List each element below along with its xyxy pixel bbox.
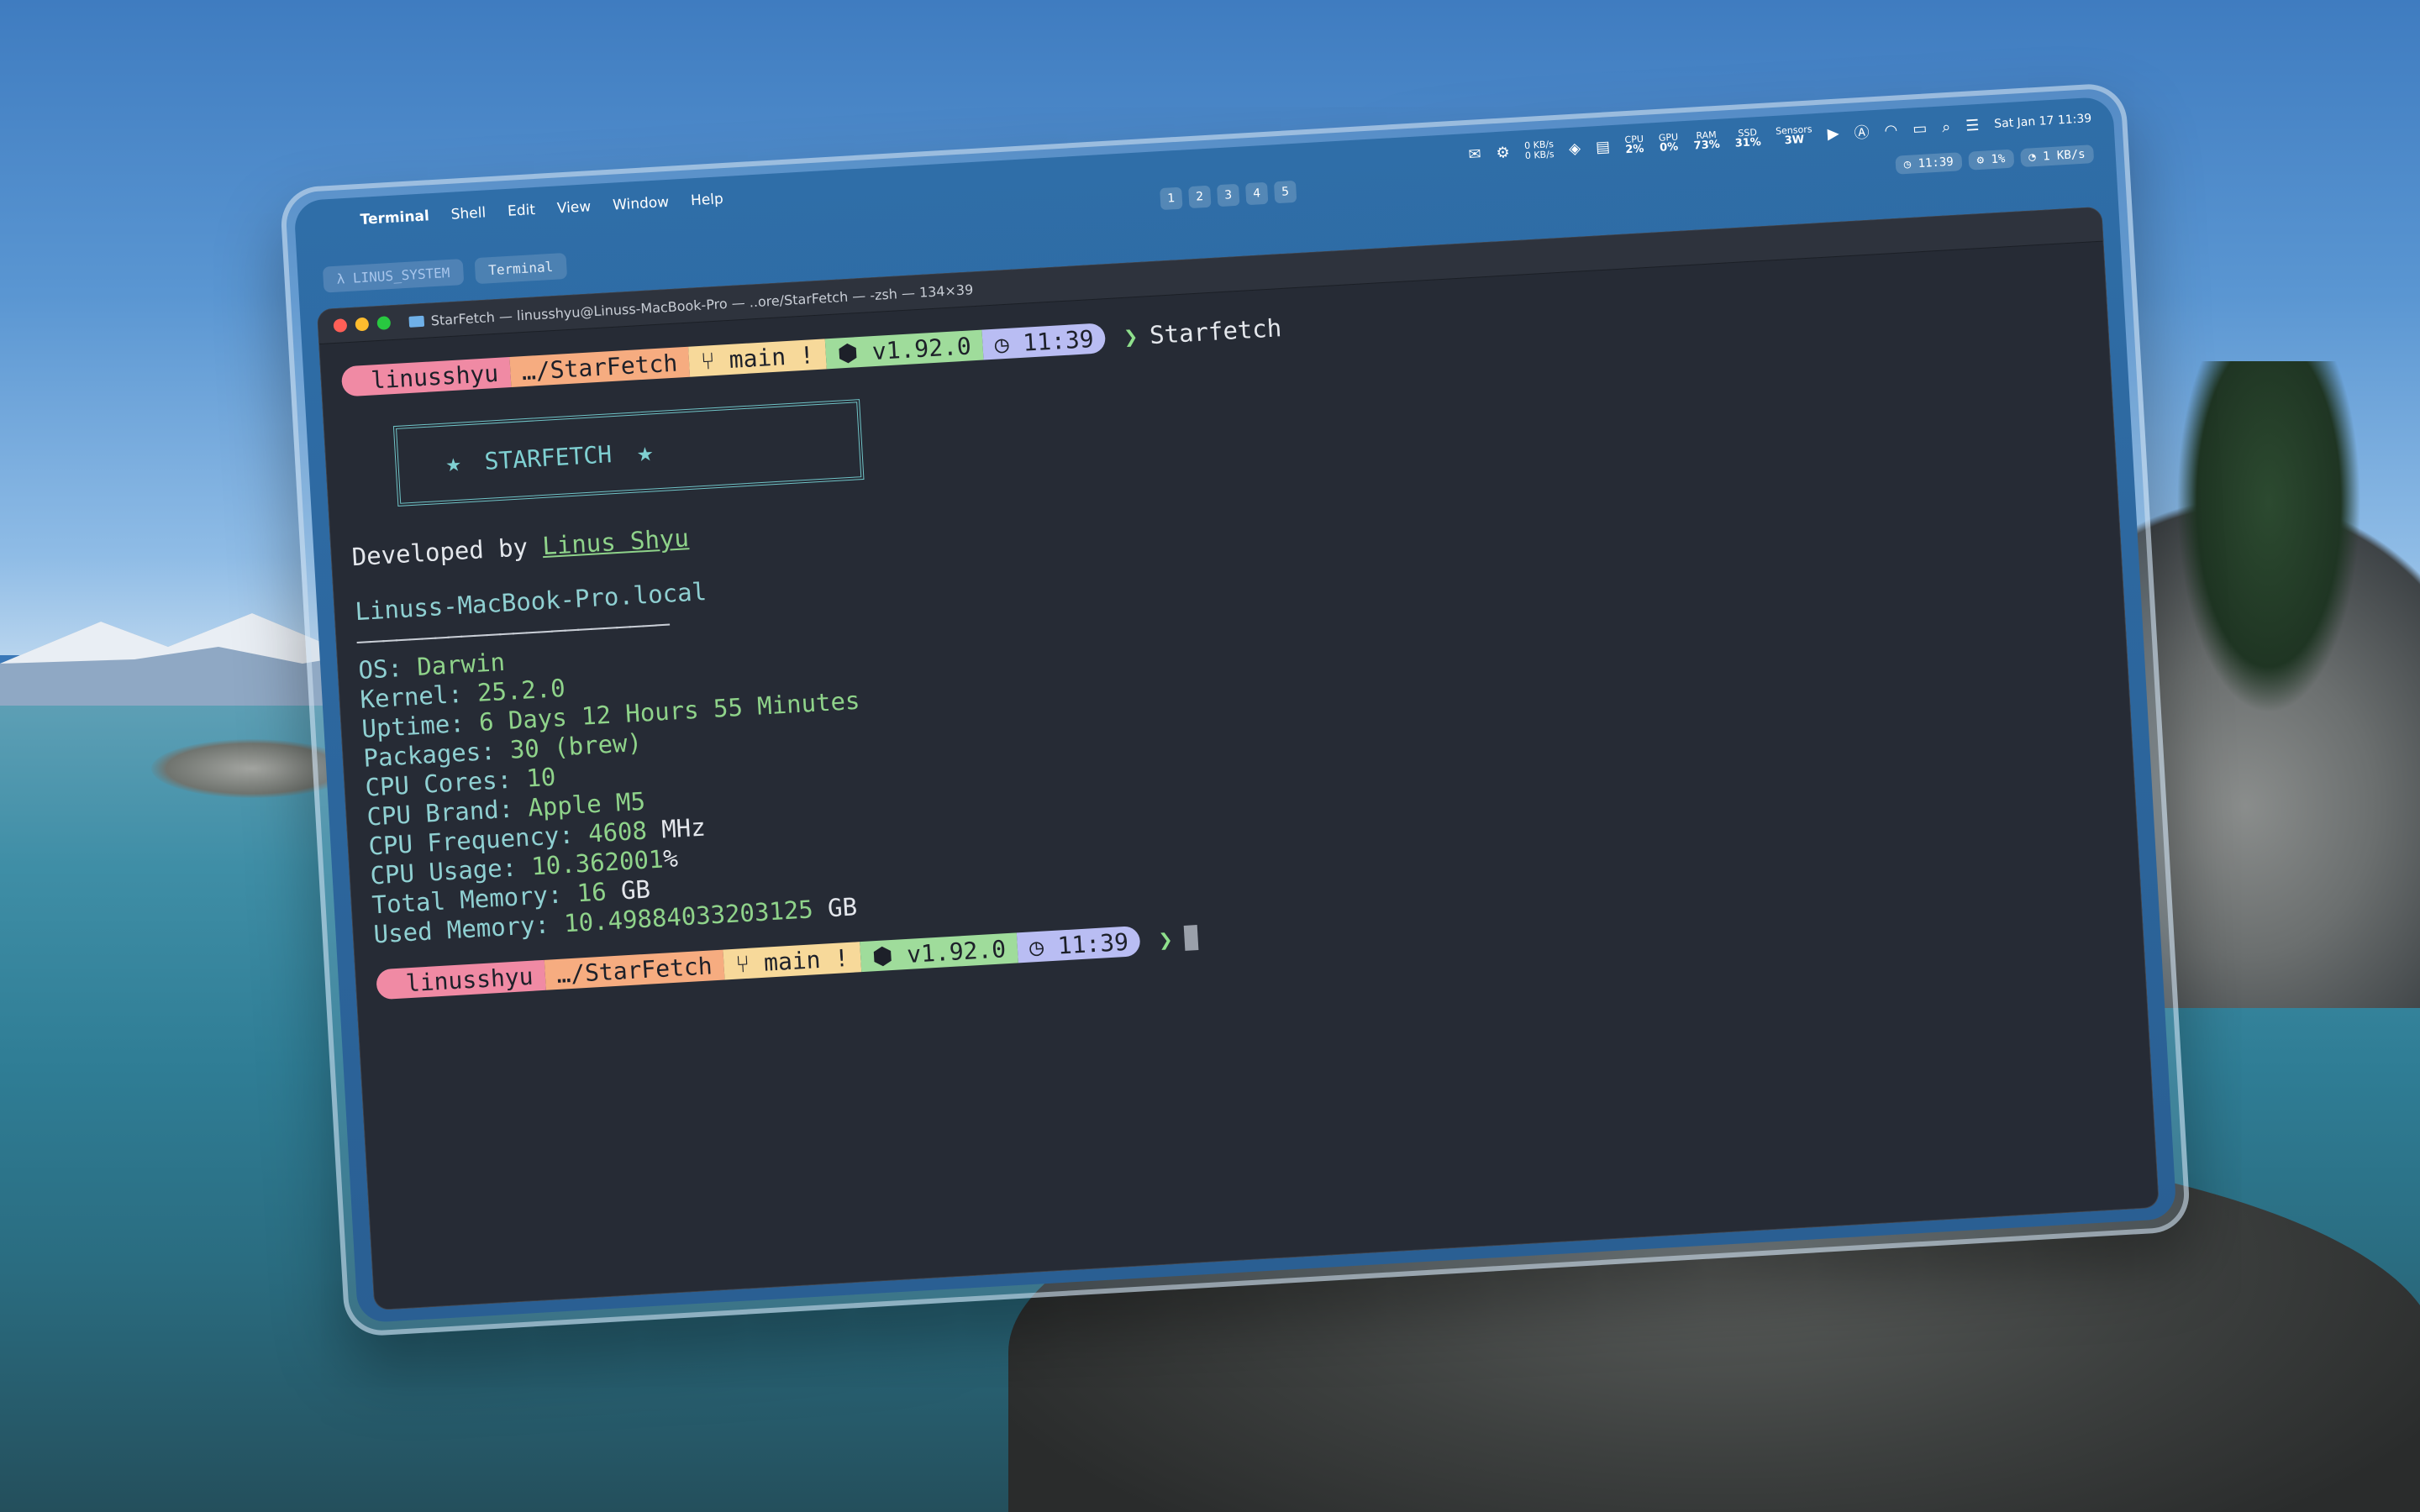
prompt-git: main ! <box>728 340 815 374</box>
apple-menu-icon[interactable] <box>320 221 339 222</box>
ssd-value: 31% <box>1734 135 1762 150</box>
tab-linus-system[interactable]: λ LINUS_SYSTEM <box>322 259 465 293</box>
close-button[interactable] <box>333 318 348 333</box>
cpu-value: 2% <box>1624 142 1644 157</box>
node-icon: ⬢ <box>836 338 859 368</box>
prompt-time: 11:39 <box>1056 927 1129 960</box>
prompt-version: v1.92.0 <box>906 934 1007 969</box>
wechat-icon[interactable]: ✉ <box>1468 145 1481 164</box>
info-value: 10 <box>525 762 557 793</box>
menu-shell[interactable]: Shell <box>450 204 487 223</box>
info-label: Kernel: <box>359 679 464 714</box>
battery-icon[interactable]: ▭ <box>1912 119 1928 138</box>
prompt-time: 11:39 <box>1022 324 1095 357</box>
info-unit: GB <box>827 892 858 923</box>
workspace-2[interactable]: 2 <box>1188 185 1212 209</box>
info-label: OS: <box>357 653 403 685</box>
ram-value: 73% <box>1693 138 1721 153</box>
menu-window[interactable]: Window <box>613 194 670 214</box>
prompt-user-segment: linusshyu <box>376 959 546 1000</box>
tab-terminal[interactable]: Terminal <box>474 252 568 285</box>
zoom-button[interactable] <box>376 316 392 331</box>
input-source-icon[interactable]: Ⓐ <box>1854 120 1870 143</box>
prompt-user: linusshyu <box>370 359 499 395</box>
ssd-stat[interactable]: SSD 31% <box>1734 127 1762 150</box>
git-branch-icon: ⑂ <box>700 346 716 375</box>
terminal-window[interactable]: StarFetch — linusshyu@Linuss-MacBook-Pro… <box>316 206 2160 1311</box>
developer-link[interactable]: Linus Shyu <box>541 523 689 560</box>
node-icon: ⬢ <box>871 941 894 970</box>
wifi-icon[interactable]: ◠ <box>1884 121 1898 139</box>
prompt-version: v1.92.0 <box>871 331 972 365</box>
cpu-pill[interactable]: ⚙ 1% <box>1968 149 2014 171</box>
ram-stat[interactable]: RAM 73% <box>1693 129 1721 153</box>
logo-name: STARFETCH <box>483 439 613 475</box>
play-icon[interactable]: ▶ <box>1827 124 1839 143</box>
info-value: 16 <box>576 877 608 908</box>
chart-icon[interactable]: ▤ <box>1595 138 1610 156</box>
entered-command: Starfetch <box>1149 312 1283 349</box>
info-label: Uptime: <box>360 708 466 743</box>
star-icon: ★ <box>445 448 462 479</box>
device-screen: Terminal Shell Edit View Window Help 1 2… <box>279 81 2191 1338</box>
gpu-value: 0% <box>1659 140 1679 155</box>
clock-icon: ◷ <box>1028 932 1044 962</box>
star-icon-2: ★ <box>635 434 655 468</box>
prompt-user-segment: linusshyu <box>340 357 512 397</box>
prompt-git: main ! <box>763 943 850 977</box>
wallpaper-tree <box>2176 361 2361 714</box>
network-stat[interactable]: 0 KB/s 0 KB/s <box>1524 139 1555 161</box>
prompt-arrow: ❯ <box>1157 925 1174 954</box>
info-value: 4608 <box>587 816 648 848</box>
developer-prefix: Developed by <box>350 533 529 572</box>
network-pill[interactable]: ◔ 1 KB/s <box>2019 144 2095 168</box>
workspace-1[interactable]: 1 <box>1160 186 1183 211</box>
sensors-stat[interactable]: Sensors 3W <box>1776 123 1813 148</box>
net-down-value: 0 KB/s <box>1524 149 1555 162</box>
menu-help[interactable]: Help <box>690 191 723 209</box>
search-icon[interactable]: ⌕ <box>1942 118 1951 136</box>
workspace-tab-bar: λ LINUS_SYSTEM Terminal <box>322 252 568 293</box>
prompt-git-segment: ⑂ main ! <box>723 942 862 980</box>
prompt-version-segment: ⬢ v1.92.0 <box>860 932 1019 973</box>
screen-display: Terminal Shell Edit View Window Help 1 2… <box>293 96 2177 1324</box>
prompt-time-segment: ◷ 11:39 <box>981 323 1107 360</box>
prompt-git-segment: ⑂ main ! <box>688 339 827 377</box>
prompt-version-segment: ⬢ v1.92.0 <box>824 329 984 370</box>
text-cursor[interactable] <box>1183 925 1199 951</box>
terminal-content[interactable]: linusshyu …/StarFetch ⑂ main ! ⬢ v1.92.0… <box>319 242 2142 1025</box>
git-branch-icon: ⑂ <box>734 949 751 979</box>
info-value: Darwin <box>416 647 506 681</box>
cpu-pill-value: 1% <box>1991 152 2006 167</box>
time-pill[interactable]: ◷ 11:39 <box>1895 152 1963 175</box>
workspace-5[interactable]: 5 <box>1273 180 1297 204</box>
starfetch-logo: ★ STARFETCH ★ <box>392 399 865 507</box>
workspace-3[interactable]: 3 <box>1216 183 1240 207</box>
gpu-stat[interactable]: GPU 0% <box>1659 132 1680 155</box>
info-unit: GB <box>620 874 651 906</box>
menu-view[interactable]: View <box>556 198 591 217</box>
cpu-stat[interactable]: CPU 2% <box>1624 134 1644 157</box>
prompt-arrow: ❯ <box>1123 322 1139 351</box>
network-pill-value: 1 KB/s <box>2042 147 2086 164</box>
activity-icon[interactable]: ⚙ <box>1496 144 1510 162</box>
info-unit: % <box>662 843 679 874</box>
control-center-icon[interactable]: ☰ <box>1965 116 1980 134</box>
menubar-clock[interactable]: Sat Jan 17 11:39 <box>1994 112 2092 131</box>
time-pill-value: 11:39 <box>1918 155 1954 171</box>
sensors-value: 3W <box>1784 133 1805 148</box>
prompt-user: linusshyu <box>405 962 534 997</box>
prompt-time-segment: ◷ 11:39 <box>1017 926 1141 963</box>
folder-icon <box>408 315 425 328</box>
menu-app-terminal[interactable]: Terminal <box>360 207 429 228</box>
cube-icon[interactable]: ◈ <box>1569 139 1581 158</box>
clock-icon: ◷ <box>993 329 1010 359</box>
info-value: 25.2.0 <box>476 673 566 707</box>
info-unit: MHz <box>660 812 707 844</box>
menu-edit[interactable]: Edit <box>508 202 536 220</box>
prompt-path: …/StarFetch <box>508 346 691 387</box>
minimize-button[interactable] <box>355 317 370 332</box>
workspace-4[interactable]: 4 <box>1244 181 1269 206</box>
